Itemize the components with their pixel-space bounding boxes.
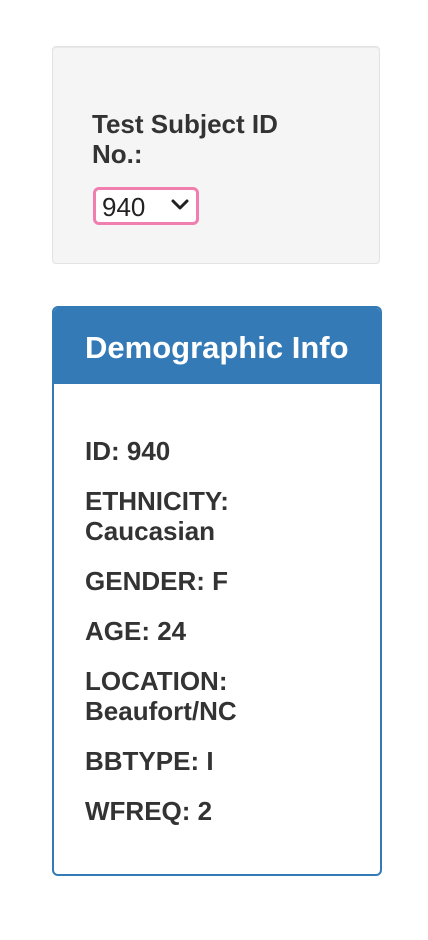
- panel-heading: Demographic Info: [54, 308, 380, 384]
- info-row-age: AGE: 24: [85, 616, 187, 646]
- subject-selector-well: Test Subject ID No.: 940: [52, 46, 380, 264]
- chevron-down-icon: [171, 199, 189, 210]
- info-row-wfreq: WFREQ: 2: [85, 796, 213, 826]
- info-row-location: LOCATION: Beaufort/NC: [85, 666, 237, 726]
- subject-id-dropdown[interactable]: 940: [93, 187, 199, 225]
- demographic-info-body: ID: 940 ETHNICITY: Caucasian GENDER: F A…: [85, 436, 345, 846]
- demographic-info-panel: Demographic Info ID: 940 ETHNICITY: Cauc…: [52, 306, 382, 876]
- info-row-id: ID: 940: [85, 436, 171, 466]
- panel-title: Demographic Info: [85, 330, 349, 365]
- info-row-ethnicity: ETHNICITY: Caucasian: [85, 486, 229, 546]
- info-row-gender: GENDER: F: [85, 566, 228, 596]
- subject-id-selected-value: 940: [102, 192, 146, 222]
- subject-id-label: Test Subject ID No.:: [92, 109, 278, 169]
- info-row-bbtype: BBTYPE: I: [85, 746, 214, 776]
